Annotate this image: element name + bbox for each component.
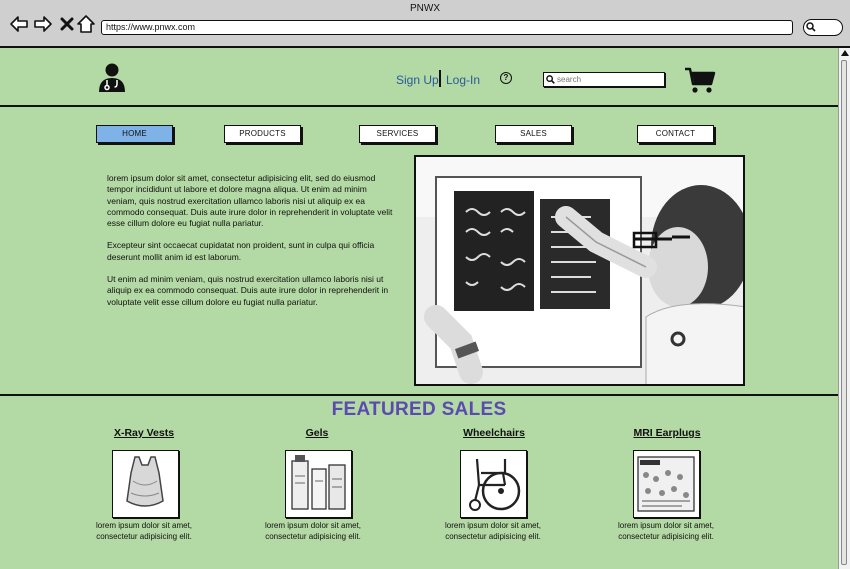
product-description: lorem ipsum dolor sit amet, consectetur …	[617, 521, 715, 541]
product-image-mri-earplugs[interactable]	[633, 450, 700, 518]
address-bar[interactable]: https://www.pnwx.com	[101, 20, 793, 35]
featured-sales-heading: FEATURED SALES	[331, 399, 507, 420]
product-title-gels[interactable]: Gels	[252, 427, 382, 439]
tab-home[interactable]: HOME	[96, 125, 173, 143]
search-icon	[546, 75, 555, 84]
doctor-logo-icon[interactable]	[96, 62, 128, 94]
browser-search-field[interactable]	[803, 19, 843, 36]
scrollbar-thumb[interactable]	[841, 60, 847, 565]
intro-paragraph: Ut enim ad minim veniam, quis nostrud ex…	[107, 274, 389, 307]
shopping-cart-icon[interactable]	[684, 66, 716, 94]
header-divider	[0, 105, 838, 107]
product-image-wheelchair[interactable]	[460, 450, 527, 518]
web-page: Sign Up Log-In ? HOME PRODUCTS SERVICES …	[0, 48, 838, 569]
product-description: lorem ipsum dolor sit amet, consectetur …	[264, 521, 362, 541]
search-input[interactable]	[557, 73, 661, 85]
sign-up-link[interactable]: Sign Up	[396, 73, 439, 87]
product-title-mri-earplugs[interactable]: MRI Earplugs	[602, 427, 732, 439]
product-image-gels[interactable]	[285, 450, 352, 518]
hero-image-doctor-xray	[414, 155, 745, 386]
browser-chrome: PNWX https://www.pnwx.com	[0, 0, 850, 48]
tab-contact[interactable]: CONTACT	[637, 125, 714, 143]
scroll-up-arrow-icon[interactable]	[841, 50, 849, 56]
search-icon	[806, 22, 816, 32]
product-description: lorem ipsum dolor sit amet, consectetur …	[444, 521, 542, 541]
close-icon[interactable]	[57, 14, 77, 34]
tab-products[interactable]: PRODUCTS	[224, 125, 301, 143]
site-search-field[interactable]	[543, 72, 665, 87]
product-image-xray-vest[interactable]	[112, 450, 179, 518]
forward-icon[interactable]	[33, 14, 53, 34]
tab-services[interactable]: SERVICES	[359, 125, 436, 143]
window-title: PNWX	[410, 3, 440, 14]
product-title-wheelchairs[interactable]: Wheelchairs	[429, 427, 559, 439]
intro-text: lorem ipsum dolor sit amet, consectetur …	[107, 173, 397, 319]
help-icon[interactable]: ?	[500, 72, 512, 84]
intro-paragraph: lorem ipsum dolor sit amet, consectetur …	[107, 173, 393, 229]
product-description: lorem ipsum dolor sit amet, consectetur …	[95, 521, 193, 541]
log-in-link[interactable]: Log-In	[446, 73, 480, 87]
back-icon[interactable]	[9, 14, 29, 34]
home-icon[interactable]	[76, 14, 96, 34]
product-title-xray-vests[interactable]: X-Ray Vests	[79, 427, 209, 439]
vertical-scrollbar[interactable]	[838, 48, 850, 569]
tab-sales[interactable]: SALES	[495, 125, 572, 143]
content-divider	[0, 394, 838, 396]
link-divider	[439, 70, 441, 87]
intro-paragraph: Excepteur sint occaecat cupidatat non pr…	[107, 240, 375, 262]
